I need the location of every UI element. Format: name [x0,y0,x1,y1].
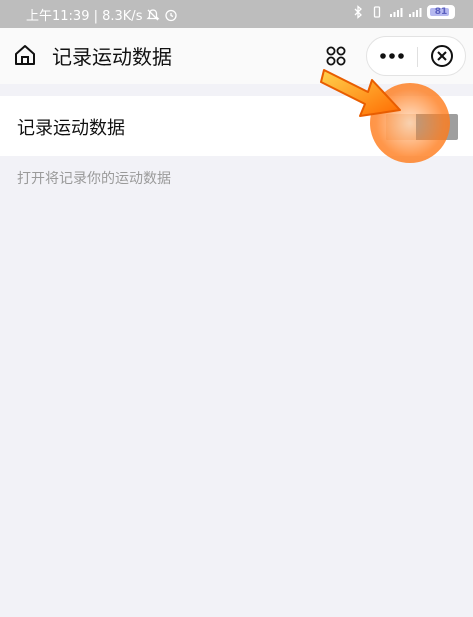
close-circle-icon [431,45,453,67]
status-left: 上午11:39 | 8.3K/s [26,5,178,24]
close-button[interactable] [418,37,466,75]
vibrate-icon [373,6,381,18]
status-bar: 上午11:39 | 8.3K/s 81 [0,0,473,28]
bluetooth-icon [354,5,362,19]
page-title: 记录运动数据 [52,45,172,69]
pointer-arrow-icon [320,69,401,117]
battery-icon: 81 [427,5,455,19]
home-icon[interactable] [12,42,38,68]
status-time-speed: 上午11:39 | 8.3K/s [26,9,143,24]
setting-description: 打开将记录你的运动数据 [17,171,171,187]
setting-label: 记录运动数据 [17,118,125,139]
signal-4g-icon [390,8,403,17]
screen: 上午11:39 | 8.3K/s 81 记录运动数据 记录运动数据 打开将记录你… [0,0,473,617]
alarm-clock-icon [165,9,178,21]
battery-level: 81 [434,7,448,17]
mute-bell-icon [146,8,161,20]
signal-icon [409,8,422,17]
status-right: 81 [351,5,455,19]
